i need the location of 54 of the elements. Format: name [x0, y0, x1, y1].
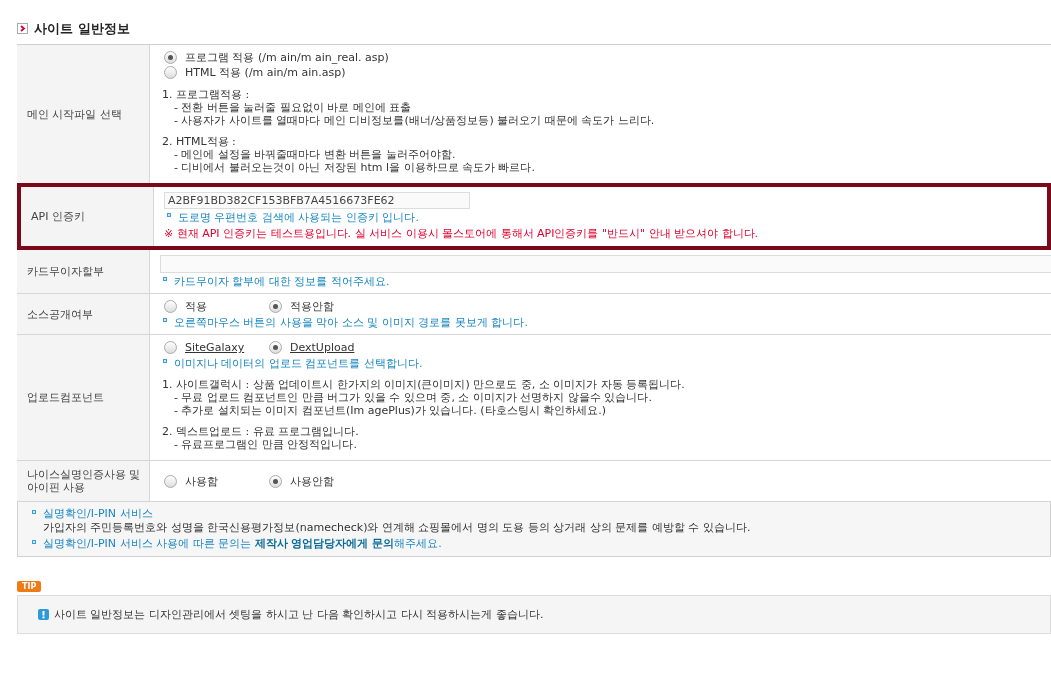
radio-option[interactable]: 프로그램 적용 (/m ain/m ain_real. asp) — [160, 50, 1051, 65]
radio-option[interactable]: 적용 — [160, 299, 245, 314]
row-label: 메인 시작파일 선택 — [17, 45, 150, 183]
info-title: 실명확인/I-PIN 서비스 — [43, 507, 153, 521]
note-line: - 디비에서 불러오는것이 아닌 저장된 htm l을 이용하므로 속도가 빠르다. — [173, 161, 536, 174]
note-heading: 2. HTML적용 : — [162, 135, 237, 148]
input-field[interactable]: A2BF91BD382CF153BFB7A4516673FE62 — [164, 192, 470, 209]
note-line: - 전환 버튼을 눌러줄 필요없이 바로 메인에 표출 — [173, 101, 413, 114]
hint-text: 카드무이자 할부에 대한 정보를 적어주세요. — [174, 275, 390, 288]
radio-option[interactable]: SiteGalaxy — [160, 340, 245, 355]
alert-icon — [38, 609, 49, 620]
tip-text: 사이트 일반정보는 디자인관리에서 셋팅을 하시고 난 다음 확인하시고 다시 적용하시는게 좋습니다. — [54, 608, 544, 621]
note-heading: 2. 덱스트업로드 : 유료 프로그램입니다. — [162, 425, 360, 438]
radio-option[interactable]: HTML 적용 (/m ain/m ain.asp) — [160, 65, 1051, 80]
row-label: 업로드컴포넌트 — [17, 335, 150, 460]
radio-button[interactable] — [269, 341, 282, 354]
row-label: 카드무이자할부 — [17, 250, 150, 293]
bullet-icon — [163, 277, 167, 281]
tip-badge: TIP — [17, 581, 42, 592]
hint-text: 도로명 우편번호 검색에 사용되는 인증키 입니다. — [178, 211, 419, 224]
row-label: 나이스실명인증사용 및 아이핀 사용 — [17, 461, 150, 501]
radio-button[interactable] — [164, 51, 177, 64]
radio-option[interactable]: 사용안함 — [265, 473, 350, 489]
warning-text: ※ 현재 API 인증키는 테스트용입니다. 실 서비스 이용시 몰스토어에 통해서 API인증키를 "반드시" 안내 받으셔야 합니다. — [164, 227, 760, 241]
note-line: - 메인에 설정을 바꿔줄때마다 변환 버튼을 눌러주어야함. — [173, 148, 457, 161]
note-heading: 1. 사이트갤럭시 : 상품 업데이트시 한가지의 이미지(큰이미지) 만으로도 중, 소 이미지가 자동 등록됩니다. — [162, 378, 686, 391]
bullet-icon — [163, 359, 167, 363]
section-title: 사이트 일반정보 — [34, 21, 130, 35]
bullet-icon — [32, 509, 36, 514]
radio-option[interactable]: 사용함 — [160, 473, 245, 489]
note-line: - 사용자가 사이트를 열때마다 메인 디비정보를(배너/상품정보등) 불러오기 때문에 속도가 느리다. — [173, 114, 656, 127]
note-line: - 무료 업로드 컴포넌트인 만큼 버그가 있을 수 있으며 중, 소 이미지가 선명하지 않을수 있습니다. — [173, 391, 653, 404]
bullet-icon — [167, 213, 171, 217]
input-field[interactable] — [160, 255, 1051, 273]
info-title: 실명확인/I-PIN 서비스 사용에 따른 문의는 제작사 영업담당자에게 문의해주세요. — [43, 537, 442, 551]
row-label: API 인증키 — [21, 187, 154, 246]
radio-button[interactable] — [164, 66, 177, 79]
note-heading: 1. 프로그램적용 : — [162, 88, 251, 101]
hint-text: 이미지나 데이터의 업로드 컴포넌트를 선택합니다. — [174, 357, 423, 370]
row-label: 소스공개여부 — [17, 294, 150, 334]
radio-button[interactable] — [164, 300, 177, 313]
bullet-icon — [163, 318, 167, 322]
info-text: 가입자의 주민등록번호와 성명을 한국신용평가정보(namecheck)와 연계해 쇼핑몰에서 명의 도용 등의 상거래 상의 문제를 예방할 수 있습니다. — [42, 521, 752, 535]
radio-button[interactable] — [269, 300, 282, 313]
radio-option[interactable]: DextUpload — [265, 340, 355, 355]
bullet-icon — [32, 539, 36, 544]
hint-text: 오른쪽마우스 버튼의 사용을 막아 소스 및 이미지 경로를 못보게 합니다. — [174, 316, 528, 329]
radio-button[interactable] — [164, 474, 177, 488]
radio-button[interactable] — [269, 474, 282, 488]
radio-button[interactable] — [164, 341, 177, 354]
radio-option[interactable]: 적용안함 — [265, 299, 350, 314]
note-line: - 추가로 설치되는 이미지 컴포넌트(Im agePlus)가 있습니다. (타호스팅시 확인하세요.) — [173, 404, 607, 417]
chevron-icon — [17, 22, 28, 34]
note-line: - 유료프로그램인 만큼 안정적입니다. — [173, 438, 358, 451]
